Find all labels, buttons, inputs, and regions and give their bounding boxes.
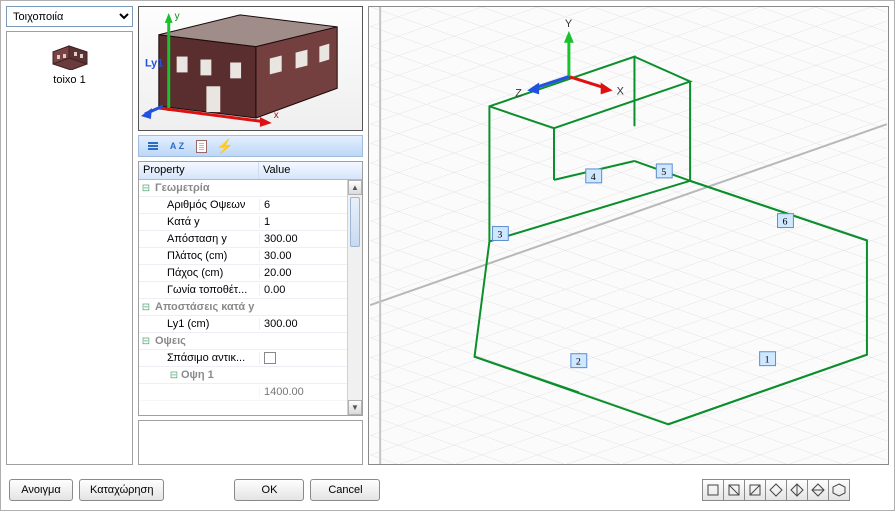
cancel-button[interactable]: Cancel bbox=[310, 479, 380, 501]
property-group[interactable]: ⊟ Γεωμετρία bbox=[139, 180, 347, 197]
property-toolbar: A Z ⚡ bbox=[138, 135, 363, 157]
prop-value[interactable] bbox=[259, 352, 347, 364]
prop-value[interactable]: 1400.00 bbox=[259, 386, 347, 398]
group-label: Οψεις bbox=[153, 335, 259, 347]
svg-text:3: 3 bbox=[497, 229, 502, 240]
view-top-icon[interactable] bbox=[786, 479, 808, 501]
property-row[interactable]: Απόσταση y300.00 bbox=[139, 231, 347, 248]
checkbox[interactable] bbox=[264, 352, 276, 364]
list-item[interactable]: toixo 1 bbox=[45, 38, 95, 88]
content-area: Τοιχοποιία toi bbox=[1, 1, 894, 470]
prop-value[interactable]: 0.00 bbox=[259, 284, 347, 296]
view-back-icon[interactable] bbox=[723, 479, 745, 501]
scroll-up-icon[interactable]: ▲ bbox=[348, 180, 362, 195]
view-front-icon[interactable] bbox=[702, 479, 724, 501]
masonry-thumb-icon bbox=[49, 40, 91, 70]
svg-text:Y: Y bbox=[565, 18, 573, 30]
property-row[interactable]: Πάχος (cm)20.00 bbox=[139, 265, 347, 282]
lightning-icon[interactable]: ⚡ bbox=[215, 138, 235, 154]
svg-text:4: 4 bbox=[591, 172, 596, 183]
header-value[interactable]: Value bbox=[259, 162, 362, 179]
description-box bbox=[138, 420, 363, 465]
register-button[interactable]: Καταχώρηση bbox=[79, 479, 164, 501]
property-row[interactable]: Ly1 (cm)300.00 bbox=[139, 316, 347, 333]
collapse-icon[interactable]: ⊟ bbox=[167, 370, 181, 381]
property-row[interactable]: Κατά y1 bbox=[139, 214, 347, 231]
property-row[interactable]: Σπάσιμο αντικ... bbox=[139, 350, 347, 367]
group-label: Οψη 1 bbox=[181, 369, 259, 381]
list-item-label: toixo 1 bbox=[49, 74, 91, 86]
svg-text:2: 2 bbox=[576, 357, 581, 368]
prop-name: Σπάσιμο αντικ... bbox=[167, 352, 259, 364]
svg-text:y: y bbox=[175, 11, 180, 22]
group-label: Γεωμετρία bbox=[153, 182, 259, 194]
prop-name: Κατά y bbox=[167, 216, 259, 228]
category-dropdown[interactable]: Τοιχοποιία bbox=[6, 6, 133, 27]
scroll-thumb[interactable] bbox=[350, 197, 360, 247]
middle-column: Ly1 y x A Z ⚡ Property Value bbox=[138, 6, 363, 465]
open-button[interactable]: Ανοιγμα bbox=[9, 479, 73, 501]
dialog: Τοιχοποιία toi bbox=[0, 0, 895, 511]
prop-value[interactable]: 6 bbox=[259, 199, 347, 211]
preview-3d[interactable]: Ly1 y x bbox=[138, 6, 363, 131]
property-row[interactable]: Αριθμός Οψεων6 bbox=[139, 197, 347, 214]
view-buttons bbox=[702, 479, 850, 501]
footer: Ανοιγμα Καταχώρηση OK Cancel bbox=[1, 470, 894, 510]
property-row[interactable]: Γωνία τοποθέτ...0.00 bbox=[139, 282, 347, 299]
prop-name: Πάχος (cm) bbox=[167, 267, 259, 279]
scroll-down-icon[interactable]: ▼ bbox=[348, 400, 362, 415]
svg-text:x: x bbox=[274, 110, 279, 121]
prop-name: Απόσταση y bbox=[167, 233, 259, 245]
property-pages-icon[interactable] bbox=[191, 138, 211, 154]
property-row[interactable]: Πλάτος (cm)30.00 bbox=[139, 248, 347, 265]
ok-button[interactable]: OK bbox=[234, 479, 304, 501]
item-list[interactable]: toixo 1 bbox=[6, 31, 133, 465]
prop-value[interactable]: 300.00 bbox=[259, 233, 347, 245]
prop-value[interactable]: 1 bbox=[259, 216, 347, 228]
header-property[interactable]: Property bbox=[139, 162, 259, 179]
prop-value[interactable]: 30.00 bbox=[259, 250, 347, 262]
property-subgroup[interactable]: ⊟ Οψη 1 bbox=[139, 367, 347, 384]
view-iso1-icon[interactable] bbox=[807, 479, 829, 501]
grid-header: Property Value bbox=[139, 162, 362, 180]
view-left-icon[interactable] bbox=[744, 479, 766, 501]
property-row[interactable]: 1400.00 bbox=[139, 384, 347, 401]
vertical-scrollbar[interactable]: ▲ ▼ bbox=[347, 180, 362, 415]
svg-text:Ly1: Ly1 bbox=[145, 57, 163, 69]
collapse-icon[interactable]: ⊟ bbox=[139, 302, 153, 313]
collapse-icon[interactable]: ⊟ bbox=[139, 183, 153, 194]
property-grid: Property Value ⊟ Γεωμετρία Αριθμός Οψεων… bbox=[138, 161, 363, 416]
group-label: Αποστάσεις κατά y bbox=[153, 301, 259, 313]
collapse-icon[interactable]: ⊟ bbox=[139, 336, 153, 347]
prop-value[interactable]: 300.00 bbox=[259, 318, 347, 330]
3d-viewport[interactable]: X Y Z 1 2 3 4 5 6 bbox=[368, 6, 889, 465]
svg-text:5: 5 bbox=[661, 167, 666, 178]
prop-name: Πλάτος (cm) bbox=[167, 250, 259, 262]
alphabetical-icon[interactable]: A Z bbox=[167, 138, 187, 154]
svg-text:1: 1 bbox=[765, 355, 770, 366]
svg-text:Z: Z bbox=[515, 87, 522, 99]
view-right-icon[interactable] bbox=[765, 479, 787, 501]
prop-value[interactable]: 20.00 bbox=[259, 267, 347, 279]
view-iso2-icon[interactable] bbox=[828, 479, 850, 501]
prop-name: Ly1 (cm) bbox=[167, 318, 259, 330]
svg-text:6: 6 bbox=[782, 217, 787, 228]
property-group[interactable]: ⊟ Οψεις bbox=[139, 333, 347, 350]
prop-name: Γωνία τοποθέτ... bbox=[167, 284, 259, 296]
prop-name: Αριθμός Οψεων bbox=[167, 199, 259, 211]
grid-body: ⊟ Γεωμετρία Αριθμός Οψεων6 Κατά y1 Απόστ… bbox=[139, 180, 362, 415]
property-group[interactable]: ⊟ Αποστάσεις κατά y bbox=[139, 299, 347, 316]
categorized-icon[interactable] bbox=[143, 138, 163, 154]
svg-text:X: X bbox=[617, 85, 625, 97]
left-column: Τοιχοποιία toi bbox=[6, 6, 133, 465]
